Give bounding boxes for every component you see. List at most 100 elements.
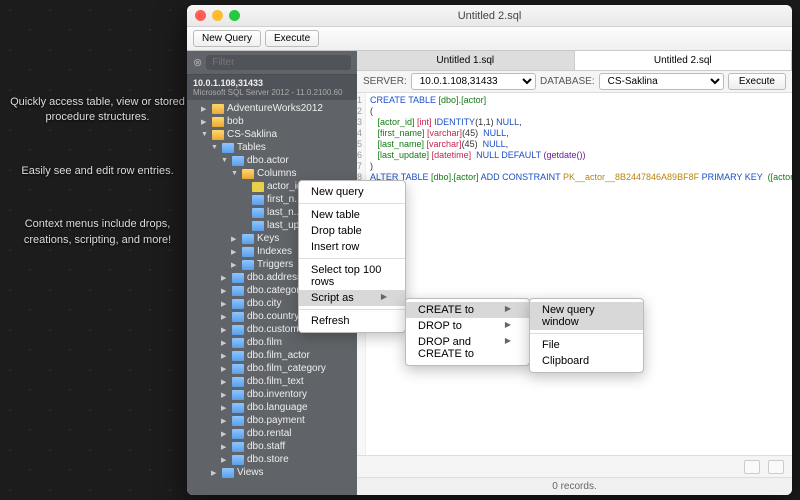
table-node[interactable]: ▶dbo.store: [187, 453, 357, 466]
database-select[interactable]: CS-Saklina: [599, 73, 724, 90]
execute-query-button[interactable]: Execute: [728, 73, 786, 90]
separator: [530, 333, 643, 334]
results-toolbar: [357, 455, 792, 477]
folder-icon: [242, 169, 254, 179]
toolbar: New Query Execute: [187, 27, 792, 51]
db-node[interactable]: ▶bob: [187, 115, 357, 128]
separator: [299, 258, 405, 259]
ctx-new-query-window[interactable]: New query window: [530, 302, 643, 330]
sql-editor[interactable]: 12345678 CREATE TABLE [dbo].[actor] ( [a…: [357, 93, 792, 455]
ctx-clipboard[interactable]: Clipboard: [530, 353, 643, 369]
clear-filter-icon[interactable]: ⊗: [193, 56, 202, 69]
ctx-new-query[interactable]: New query: [299, 184, 405, 200]
separator: [299, 203, 405, 204]
ctx-drop-create-to[interactable]: DROP and CREATE to▶: [406, 334, 529, 362]
column-icon: [252, 195, 264, 205]
table-icon: [232, 429, 244, 439]
code-area[interactable]: CREATE TABLE [dbo].[actor] ( [actor_id] …: [366, 93, 792, 455]
editor-pane: Untitled 1.sql Untitled 2.sql SERVER: 10…: [357, 51, 792, 495]
table-icon: [232, 455, 244, 465]
execute-button[interactable]: Execute: [265, 30, 319, 47]
ctx-create-to[interactable]: CREATE to▶: [406, 302, 529, 318]
table-icon: [232, 273, 244, 283]
table-icon: [232, 403, 244, 413]
server-host: 10.0.1.108,31433: [193, 78, 351, 88]
ctx-drop-table[interactable]: Drop table: [299, 223, 405, 239]
server-label: SERVER:: [363, 76, 407, 87]
chevron-right-icon: ▶: [505, 304, 511, 316]
tab-file-1[interactable]: Untitled 1.sql: [357, 51, 575, 70]
promo-line-1: Quickly access table, view or stored pro…: [10, 95, 185, 126]
chevron-right-icon: ▶: [505, 320, 511, 332]
server-version: Microsoft SQL Server 2012 - 11.0.2100.60: [193, 88, 351, 97]
table-icon: [232, 156, 244, 166]
folder-icon: [222, 143, 234, 153]
table-node[interactable]: ▶dbo.inventory: [187, 388, 357, 401]
table-icon: [232, 416, 244, 426]
ctx-script-as[interactable]: Script as▶: [299, 290, 405, 306]
promo-text: Quickly access table, view or stored pro…: [10, 95, 185, 286]
app-window: Untitled 2.sql New Query Execute ⊗ 10.0.…: [187, 5, 792, 495]
table-icon: [232, 442, 244, 452]
titlebar: Untitled 2.sql: [187, 5, 792, 27]
status-bar: 0 records.: [357, 477, 792, 495]
chevron-right-icon: ▶: [381, 292, 387, 304]
key-icon: [252, 182, 264, 192]
table-node[interactable]: ▼dbo.actor: [187, 154, 357, 167]
database-icon: [212, 104, 224, 114]
table-icon: [232, 390, 244, 400]
table-node[interactable]: ▶dbo.film_category: [187, 362, 357, 375]
promo-line-3: Context menus include drops, creations, …: [10, 217, 185, 248]
database-icon: [212, 117, 224, 127]
ctx-drop-to[interactable]: DROP to▶: [406, 318, 529, 334]
table-icon: [232, 299, 244, 309]
ctx-refresh[interactable]: Refresh: [299, 313, 405, 329]
ctx-insert-row[interactable]: Insert row: [299, 239, 405, 255]
table-node[interactable]: ▶dbo.film: [187, 336, 357, 349]
table-icon: [232, 377, 244, 387]
copy-icon[interactable]: [768, 460, 784, 474]
chevron-right-icon: ▶: [505, 336, 511, 360]
tables-node[interactable]: ▼Tables: [187, 141, 357, 154]
ctx-new-table[interactable]: New table: [299, 207, 405, 223]
database-icon: [212, 130, 224, 140]
db-node[interactable]: ▼CS-Saklina: [187, 128, 357, 141]
editor-tabs: Untitled 1.sql Untitled 2.sql: [357, 51, 792, 71]
folder-icon: [242, 234, 254, 244]
db-node[interactable]: ▶AdventureWorks2012: [187, 102, 357, 115]
server-header[interactable]: 10.0.1.108,31433 Microsoft SQL Server 20…: [187, 75, 357, 100]
script-as-submenu: CREATE to▶ DROP to▶ DROP and CREATE to▶: [405, 298, 530, 366]
ctx-file[interactable]: File: [530, 337, 643, 353]
table-icon: [232, 286, 244, 296]
window-title: Untitled 2.sql: [187, 10, 792, 22]
filter-input[interactable]: [206, 55, 351, 70]
table-icon: [232, 325, 244, 335]
folder-icon: [222, 468, 234, 478]
table-node[interactable]: ▶dbo.rental: [187, 427, 357, 440]
grid-view-icon[interactable]: [744, 460, 760, 474]
promo-line-2: Easily see and edit row entries.: [10, 164, 185, 179]
table-node[interactable]: ▶dbo.film_actor: [187, 349, 357, 362]
table-node[interactable]: ▶dbo.staff: [187, 440, 357, 453]
database-label: DATABASE:: [540, 76, 595, 87]
views-node[interactable]: ▶Views: [187, 466, 357, 479]
columns-node[interactable]: ▼Columns: [187, 167, 357, 180]
table-icon: [232, 351, 244, 361]
separator: [299, 309, 405, 310]
table-node[interactable]: ▶dbo.language: [187, 401, 357, 414]
table-icon: [232, 312, 244, 322]
column-icon: [252, 221, 264, 231]
new-query-button[interactable]: New Query: [193, 30, 261, 47]
tab-file-2[interactable]: Untitled 2.sql: [575, 51, 793, 70]
table-icon: [232, 338, 244, 348]
ctx-select-top[interactable]: Select top 100 rows: [299, 262, 405, 290]
folder-icon: [242, 247, 254, 257]
table-icon: [232, 364, 244, 374]
context-menu: New query New table Drop table Insert ro…: [298, 180, 406, 333]
create-to-submenu: New query window File Clipboard: [529, 298, 644, 373]
table-node[interactable]: ▶dbo.film_text: [187, 375, 357, 388]
column-icon: [252, 208, 264, 218]
table-node[interactable]: ▶dbo.payment: [187, 414, 357, 427]
folder-icon: [242, 260, 254, 270]
server-select[interactable]: 10.0.1.108,31433: [411, 73, 536, 90]
